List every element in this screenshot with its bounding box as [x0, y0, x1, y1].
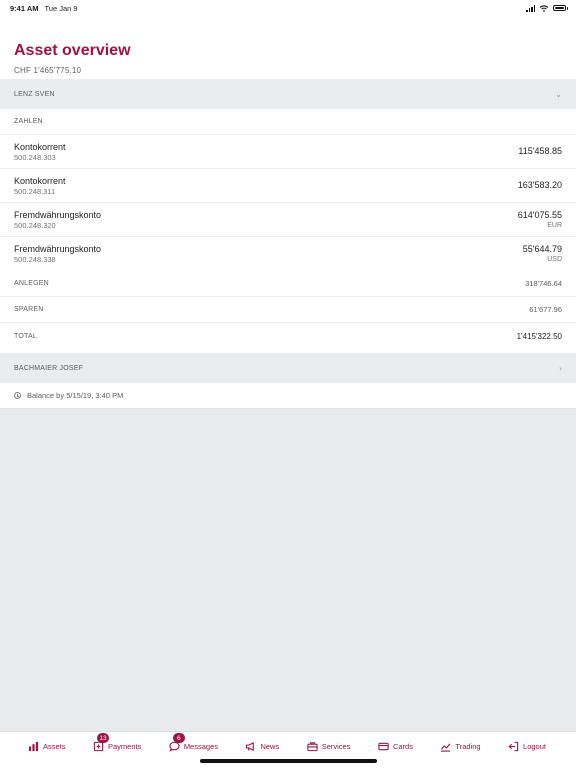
chevron-down-icon: ⌄ — [555, 89, 562, 99]
account-currency: EUR — [547, 221, 562, 229]
tab-label: Messages — [183, 741, 218, 751]
tab-label: Payments — [107, 741, 142, 751]
tab-label: Cards — [392, 741, 413, 751]
category-label: ZAHLEN — [14, 118, 43, 125]
category-sparen[interactable]: SPAREN 61'677.96 — [0, 297, 576, 323]
owner-header-lenz[interactable]: LENZ SVEN ⌄ — [0, 79, 576, 109]
balance-note: Balance by 5/15/19, 3:40 PM — [27, 391, 124, 400]
tab-services[interactable]: Services — [307, 732, 351, 760]
trading-chart-icon — [441, 742, 451, 752]
account-currency: USD — [547, 256, 562, 263]
logout-icon — [508, 741, 519, 751]
megaphone-icon — [246, 741, 255, 751]
home-indicator[interactable] — [200, 759, 377, 763]
category-label: ANLEGEN — [14, 280, 49, 287]
account-amount: 614'075.55 — [517, 209, 562, 220]
category-value: 318'746.64 — [525, 279, 562, 288]
owner-name: LENZ SVEN — [14, 90, 55, 98]
status-date: Tue Jan 9 — [44, 3, 78, 13]
tab-cards[interactable]: Cards — [378, 732, 413, 760]
category-label: SPAREN — [14, 306, 44, 313]
category-anlegen[interactable]: ANLEGEN 318'746.64 — [0, 271, 576, 297]
tab-label: Trading — [455, 741, 481, 751]
account-number: 500.248.320 — [14, 220, 56, 230]
tab-assets[interactable]: Assets — [28, 732, 66, 760]
tab-logout[interactable]: Logout — [508, 732, 546, 760]
account-amount: 163'583.20 — [517, 180, 562, 190]
status-time: 9:41 AM — [10, 3, 39, 13]
category-value: 61'677.96 — [529, 305, 562, 314]
credit-card-icon — [378, 742, 389, 750]
messages-badge: 6 — [172, 733, 185, 743]
total-row: TOTAL 1'415'322.50 — [0, 323, 576, 349]
tab-label: News — [260, 741, 280, 751]
owner-header-bachmaier[interactable]: BACHMAIER JOSEF › — [0, 353, 576, 383]
bar-chart-icon — [28, 741, 39, 751]
tab-label: Services — [321, 741, 351, 751]
total-value: 1'415'322.50 — [516, 331, 562, 341]
account-name: Fremdwährungskonto — [14, 244, 102, 254]
account-name: Kontokorrent — [14, 175, 66, 186]
account-name: Fremdwährungskonto — [14, 209, 102, 220]
account-row[interactable]: Kontokorrent 500.248.311 163'583.20 — [0, 169, 576, 203]
account-number: 500.248.338 — [14, 255, 56, 264]
tab-label: Logout — [523, 741, 546, 751]
tab-trading[interactable]: Trading — [440, 732, 481, 760]
account-name: Kontokorrent — [14, 141, 66, 152]
battery-icon — [553, 4, 568, 12]
account-amount: 55'644.79 — [522, 244, 562, 254]
status-bar: 9:41 AM Tue Jan 9 — [0, 0, 576, 16]
clock-icon — [14, 392, 21, 399]
tab-label: Assets — [43, 741, 66, 751]
chevron-right-icon: › — [559, 363, 562, 373]
briefcase-icon — [307, 741, 318, 751]
account-row[interactable]: Fremdwährungskonto 500.248.320 614'075.5… — [0, 203, 576, 237]
page-title: Asset overview — [14, 42, 131, 59]
account-number: 500.248.311 — [14, 186, 56, 196]
tab-payments[interactable]: 13 Payments — [93, 732, 141, 760]
payments-badge: 13 — [96, 733, 109, 743]
tab-news[interactable]: News — [245, 732, 279, 760]
asset-panel: LENZ SVEN ⌄ ZAHLEN Kontokorrent 500.248.… — [0, 79, 576, 409]
total-label: TOTAL — [14, 332, 37, 340]
account-number: 500.248.303 — [14, 152, 56, 162]
balance-timestamp: Balance by 5/15/19, 3:40 PM — [0, 383, 576, 409]
wifi-icon — [539, 4, 549, 12]
category-zahlen: ZAHLEN — [0, 109, 576, 135]
cellular-signal-icon — [526, 4, 535, 12]
status-indicators — [526, 4, 568, 12]
tab-messages[interactable]: 6 Messages — [169, 732, 218, 760]
page-header: Asset overview CHF 1'465'775.10 — [0, 16, 576, 79]
owner-name: BACHMAIER JOSEF — [14, 364, 84, 372]
account-row[interactable]: Fremdwährungskonto 500.248.338 55'644.79… — [0, 237, 576, 271]
account-amount: 115'458.85 — [518, 146, 562, 156]
total-assets: CHF 1'465'775.10 — [14, 66, 82, 75]
account-row[interactable]: Kontokorrent 500.248.303 115'458.85 — [0, 135, 576, 169]
